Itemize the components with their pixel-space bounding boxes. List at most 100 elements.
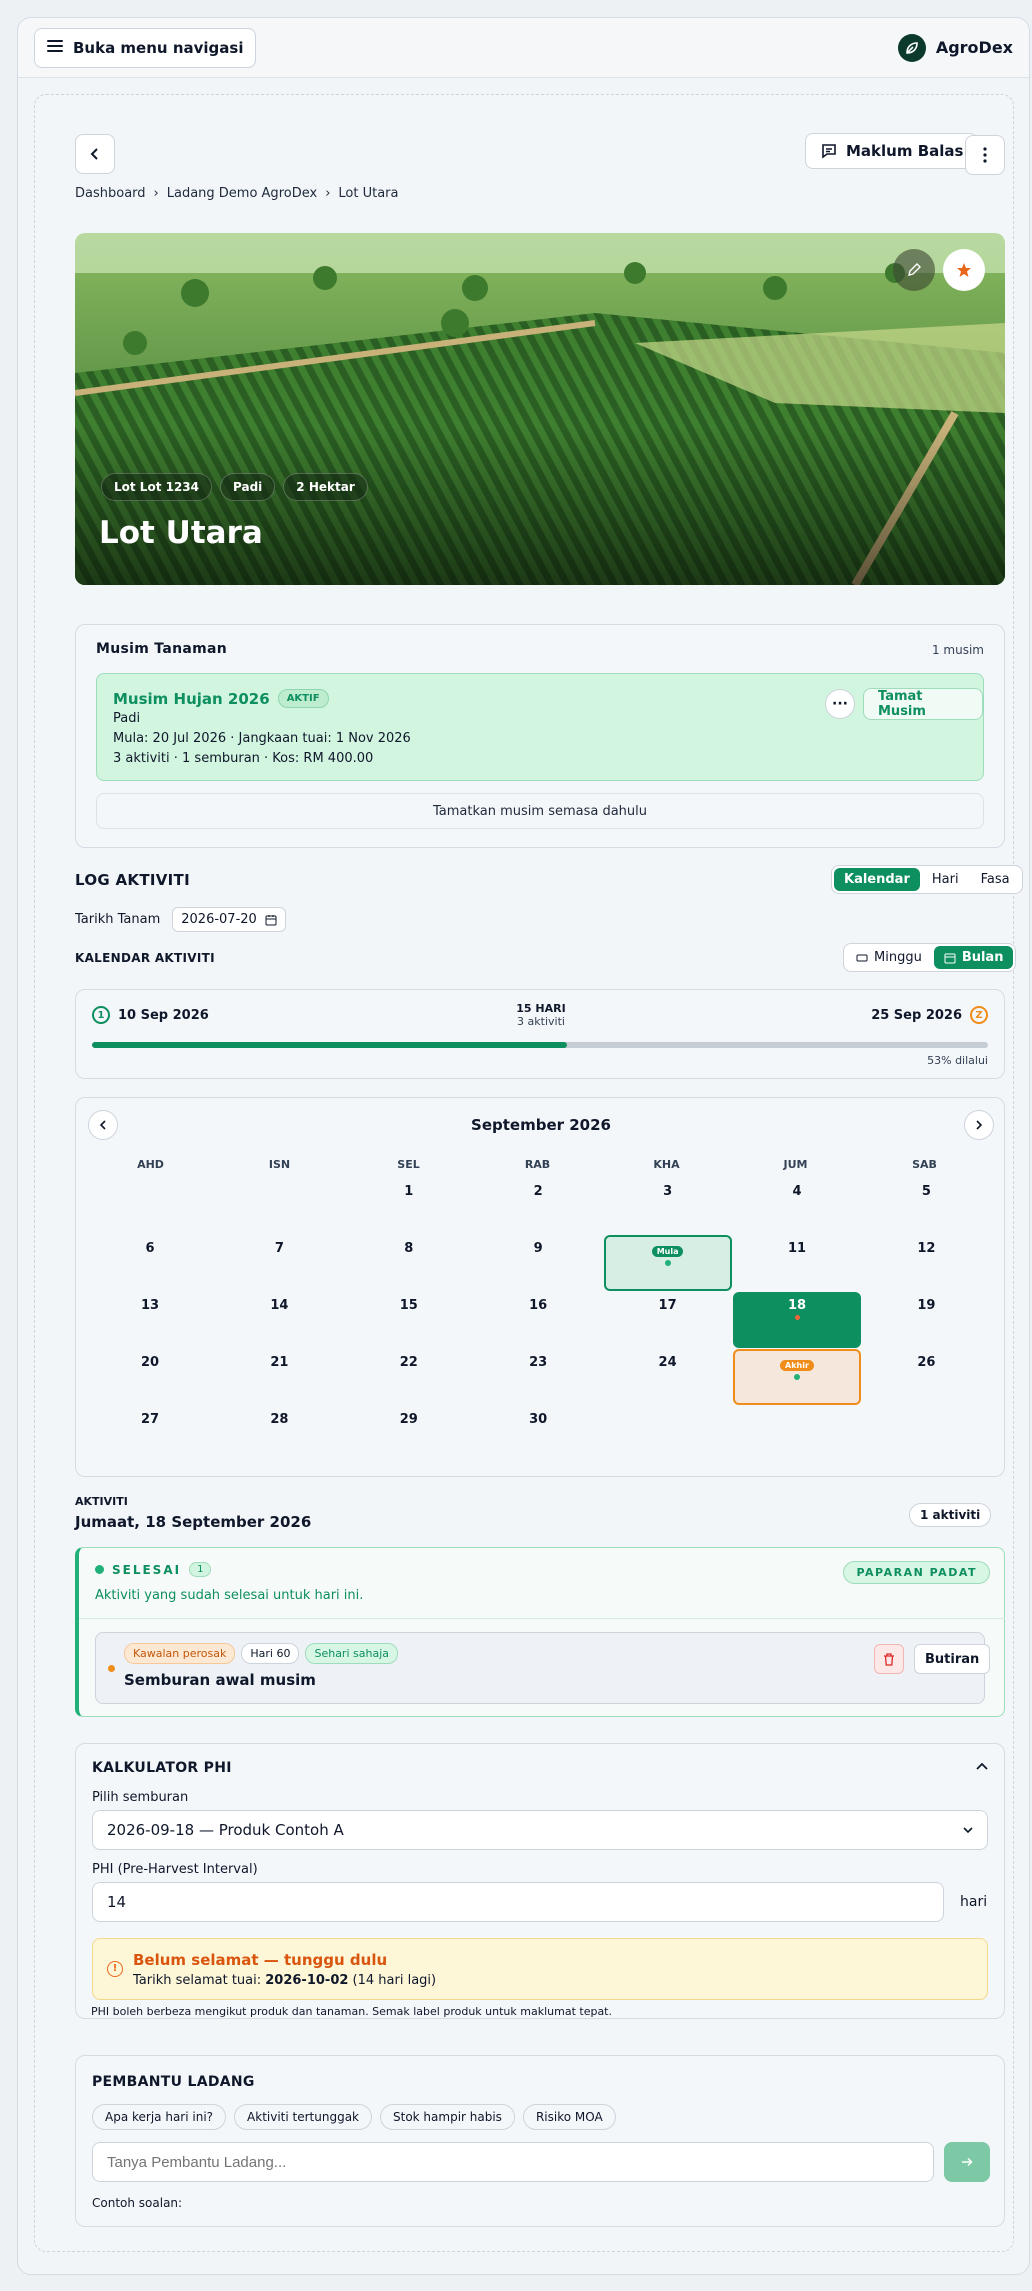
calendar-day[interactable]: 26 [862,1349,990,1405]
plant-date-row: Tarikh Tanam 2026-07-20 [75,907,286,932]
season-more-button[interactable]: ··· [825,689,855,719]
calendar-day-selected[interactable]: 18 [733,1292,861,1348]
activity-title: Semburan awal musim [124,1671,316,1689]
nav-menu-button[interactable]: Buka menu navigasi [34,27,257,68]
spray-select[interactable]: 2026-09-18 — Produk Contoh A [92,1810,988,1850]
back-button[interactable] [75,134,115,174]
calendar-day[interactable]: 2 [474,1178,602,1234]
week-view-tab[interactable]: Minggu [846,946,932,969]
brand[interactable]: AgroDex [897,33,1013,62]
calendar-day[interactable]: 22 [345,1349,473,1405]
calendar-day-number: 2 [533,1184,543,1199]
month-view-tab[interactable]: Bulan [933,946,1014,969]
hero-chips: Lot Lot 1234 Padi 2 Hektar [101,473,368,501]
calendar-day[interactable]: 11 [733,1235,861,1291]
send-button[interactable] [944,2142,990,2182]
view-phase-tab[interactable]: Fasa [971,868,1020,891]
end-previous-season-button[interactable]: Tamatkan musim semasa dahulu [96,793,984,829]
assistant-question-input[interactable] [92,2142,934,2182]
next-month-button[interactable] [964,1110,994,1140]
spray-selected-value: 2026-09-18 — Produk Contoh A [107,1821,344,1839]
dense-view-toggle[interactable]: PAPARAN PADAT [843,1561,990,1584]
breadcrumb-separator: › [325,186,331,201]
end-marker-icon: Z [970,1006,988,1024]
suggestion-chip[interactable]: Apa kerja hari ini? [92,2104,227,2130]
end-season-button[interactable]: Tamat Musim [863,688,983,720]
breadcrumb-separator: › [153,186,159,201]
breadcrumb-current: Lot Utara [338,186,399,201]
warning-title: Belum selamat — tunggu dulu [133,1951,388,1969]
calendar-day[interactable]: 4 [733,1178,861,1234]
calendar-day[interactable]: 14 [215,1292,343,1348]
calendar-day-number: 23 [529,1355,548,1370]
edit-image-button[interactable] [893,249,935,291]
feedback-button[interactable]: Maklum Balas [805,133,979,169]
safety-warning: ! Belum selamat — tunggu dulu Tarikh sel… [92,1938,988,2000]
group-header: SELESAI 1 [95,1562,212,1577]
calendar-day[interactable]: 9 [474,1235,602,1291]
leaf-logo-icon [897,33,926,62]
breadcrumb-dashboard[interactable]: Dashboard [75,186,146,201]
star-icon [957,263,971,277]
lot-chip: Lot Lot 1234 [101,473,213,501]
calendar-day[interactable]: 15 [345,1292,473,1348]
calendar-day[interactable]: 27 [86,1406,214,1462]
calendar-day[interactable]: Akhir [733,1349,861,1405]
delete-activity-button[interactable] [874,1644,904,1674]
favorite-button[interactable] [943,249,985,291]
hero-banner: Lot Lot 1234 Padi 2 Hektar Lot Utara [75,233,1005,585]
calendar-day[interactable]: 5 [862,1178,990,1234]
chevron-right-icon [976,1120,983,1130]
calendar-day[interactable]: 28 [215,1406,343,1462]
day-section-label: AKTIVITI [75,1495,128,1508]
calendar-day[interactable]: 13 [86,1292,214,1348]
suggestion-chip[interactable]: Stok hampir habis [380,2104,515,2130]
active-season-item[interactable]: Musim Hujan 2026 AKTIF Padi Mula: 20 Jul… [96,673,984,781]
day-of-week-label: ISN [268,1158,291,1171]
calendar-day-number: 27 [140,1412,160,1427]
view-calendar-tab[interactable]: Kalendar [834,868,920,891]
phi-title: KALKULATOR PHI [92,1760,232,1776]
calendar-day[interactable]: 7 [215,1235,343,1291]
phi-disclaimer: PHI boleh berbeza mengikut produk dan ta… [91,2005,612,2018]
activity-details-button[interactable]: Butiran [914,1644,991,1674]
day-of-week-label: SEL [397,1158,420,1171]
collapse-button[interactable] [976,1758,988,1774]
view-day-tab[interactable]: Hari [922,868,969,891]
calendar-day[interactable]: 6 [86,1235,214,1291]
plant-date-label: Tarikh Tanam [75,912,161,927]
calendar-day-number: 20 [140,1355,160,1370]
calendar-day[interactable]: 3 [604,1178,732,1234]
safe-date: 2026-10-02 [265,1973,349,1988]
calendar-day[interactable]: 30 [474,1406,602,1462]
calendar-day[interactable]: 24 [604,1349,732,1405]
calendar-day[interactable]: 20 [86,1349,214,1405]
activity-item[interactable]: Kawalan perosak Hari 60 Sehari sahaja Se… [95,1632,991,1704]
more-options-button[interactable] [965,135,1005,175]
calendar-day[interactable]: 29 [345,1406,473,1462]
assistant-title: PEMBANTU LADANG [92,2074,255,2090]
range-days: 15 HARI [516,1002,566,1015]
calendar-day[interactable]: 16 [474,1292,602,1348]
calendar-day[interactable]: 12 [862,1235,990,1291]
group-title: SELESAI [112,1562,182,1577]
horizontal-dots-icon: ··· [832,696,848,712]
calendar-day[interactable]: 8 [345,1235,473,1291]
breadcrumb: Dashboard › Ladang Demo AgroDex › Lot Ut… [75,186,398,201]
suggestion-chip[interactable]: Aktiviti tertunggak [234,2104,372,2130]
calendar-day[interactable]: 23 [474,1349,602,1405]
calendar-day[interactable]: 21 [215,1349,343,1405]
calendar-day-number: 5 [921,1184,931,1199]
calendar-day[interactable]: 17 [604,1292,732,1348]
day-of-week-label: RAB [524,1158,551,1171]
breadcrumb-farm[interactable]: Ladang Demo AgroDex [167,186,317,201]
calendar-day[interactable]: 1 [345,1178,473,1234]
calendar-day[interactable]: Mula [603,1235,732,1291]
season-card: Musim Tanaman 1 musim Musim Hujan 2026 A… [75,624,1005,848]
phi-days-input[interactable]: 14 [92,1882,944,1922]
arrow-right-icon [962,2157,973,2167]
plant-date-input[interactable]: 2026-07-20 [172,907,286,932]
calendar-day[interactable]: 19 [862,1292,990,1348]
view-switcher: Kalendar Hari Fasa [831,865,1023,894]
suggestion-chip[interactable]: Risiko MOA [522,2104,616,2130]
